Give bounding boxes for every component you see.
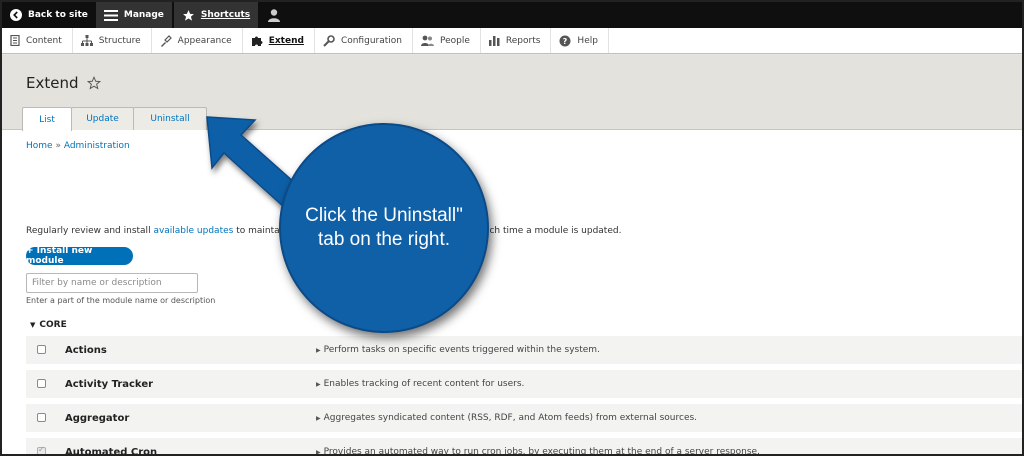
module-list: Actions ▶ Perform tasks on specific event…	[26, 336, 1022, 456]
tray-item-appearance[interactable]: Appearance	[152, 28, 243, 53]
tray-item-label: Appearance	[177, 35, 232, 46]
callout-bubble: Click the Uninstall" tab on the right.	[279, 123, 489, 333]
module-checkbox[interactable]	[37, 445, 46, 454]
available-updates-link[interactable]: available updates	[153, 226, 233, 236]
triangle-right-icon: ▶	[316, 347, 321, 354]
intro-prefix: Regularly review and install	[26, 226, 154, 236]
module-name: Activity Tracker	[65, 378, 154, 390]
core-label: CORE	[39, 320, 67, 330]
tray-item-people[interactable]: People	[413, 28, 481, 53]
user-button[interactable]	[258, 2, 296, 28]
admin-toolbar: Back to site Manage Shortcuts	[2, 2, 1022, 28]
admin-tray: Content Structure Appearance Extend Conf…	[2, 28, 1022, 54]
module-name: Aggregator	[65, 412, 130, 424]
manage-label: Manage	[123, 10, 164, 20]
tab-uninstall[interactable]: Uninstall	[133, 107, 207, 130]
module-row: Activity Tracker ▶ Enables tracking of re…	[26, 370, 1022, 398]
page-title: Extend	[26, 74, 101, 92]
module-row: Actions ▶ Perform tasks on specific event…	[26, 336, 1022, 364]
tray-item-configuration[interactable]: Configuration	[315, 28, 413, 53]
tray-item-label: People	[439, 35, 470, 46]
module-name: Automated Cron	[65, 446, 158, 456]
breadcrumb-home[interactable]: Home	[26, 141, 53, 151]
menu-icon	[103, 9, 118, 21]
help-icon: ?	[559, 35, 571, 47]
page-title-text: Extend	[26, 74, 79, 92]
puzzle-icon	[251, 35, 263, 47]
tray-item-structure[interactable]: Structure	[73, 28, 152, 53]
breadcrumb-administration[interactable]: Administration	[64, 141, 130, 151]
tray-item-reports[interactable]: Reports	[481, 28, 552, 53]
module-checkbox[interactable]	[37, 345, 46, 354]
appearance-icon	[160, 34, 172, 47]
tab-list[interactable]: List	[22, 107, 72, 131]
content-icon	[10, 35, 20, 46]
shortcuts-label: Shortcuts	[200, 10, 251, 20]
reports-icon	[488, 35, 500, 46]
breadcrumb: Home » Administration	[26, 141, 130, 151]
tray-item-extend[interactable]: Extend	[243, 28, 315, 53]
tray-item-content[interactable]: Content	[2, 28, 73, 53]
page-header: Extend List Update Uninstall	[2, 55, 1022, 131]
tray-item-label: Extend	[268, 35, 304, 46]
filter-help-text: Enter a part of the module name or descr…	[26, 296, 216, 305]
module-description-text: Aggregates syndicated content (RSS, RDF,…	[323, 413, 698, 423]
module-row: Automated Cron ▶Provides an automated wa…	[26, 438, 1022, 456]
user-icon	[268, 8, 281, 22]
module-description-text: Perform tasks on specific events trigger…	[323, 345, 600, 355]
wrench-icon	[323, 34, 335, 47]
tray-item-label: Structure	[98, 35, 141, 46]
filter-input[interactable]	[26, 273, 198, 293]
manage-button[interactable]: Manage	[95, 2, 172, 28]
intro-text: Regularly review and install available u…	[26, 226, 621, 236]
core-details-toggle[interactable]: ▼ CORE	[30, 320, 67, 330]
module-description-text: Provides an automated way to run cron jo…	[323, 447, 760, 456]
module-name: Actions	[65, 344, 107, 356]
tray-item-label: Configuration	[340, 35, 402, 46]
install-new-module-button[interactable]: + Install new module	[26, 246, 133, 266]
tray-item-label: Reports	[505, 35, 541, 46]
page-frame: Back to site Manage Shortcuts Content St…	[0, 0, 1024, 456]
back-to-site-link[interactable]: Back to site	[2, 2, 96, 28]
structure-icon	[80, 35, 93, 46]
shortcut-star-icon[interactable]	[86, 76, 101, 90]
triangle-right-icon: ▶	[316, 449, 321, 456]
triangle-right-icon: ▶	[316, 381, 321, 388]
people-icon	[420, 35, 434, 47]
triangle-right-icon: ▶	[316, 415, 321, 422]
back-arrow-icon	[10, 9, 22, 21]
module-description[interactable]: ▶ Aggregates syndicated content (RSS, RDF…	[316, 413, 697, 423]
module-checkbox[interactable]	[37, 413, 46, 422]
tray-item-help[interactable]: ? Help	[551, 28, 609, 53]
intro-tail: t each time a module is updated.	[472, 226, 622, 236]
breadcrumb-separator: »	[55, 141, 61, 151]
module-description-text: Enables tracking of recent content for u…	[323, 379, 525, 389]
tray-item-label: Content	[26, 35, 62, 46]
module-description[interactable]: ▶ Perform tasks on specific events trigge…	[316, 345, 600, 355]
module-row: Aggregator ▶ Aggregates syndicated conten…	[26, 404, 1022, 432]
tab-update[interactable]: Update	[71, 107, 134, 130]
star-icon	[182, 9, 195, 22]
module-description[interactable]: ▶ Enables tracking of recent content for …	[316, 379, 524, 389]
svg-text:?: ?	[563, 37, 568, 46]
tray-item-label: Help	[577, 35, 598, 46]
module-checkbox[interactable]	[37, 379, 46, 388]
shortcuts-button[interactable]: Shortcuts	[173, 2, 259, 28]
primary-tabs: List Update Uninstall	[22, 107, 207, 131]
triangle-down-icon: ▼	[30, 321, 36, 329]
module-description[interactable]: ▶ Provides an automated way to run cron j…	[316, 447, 760, 456]
back-to-site-label: Back to site	[28, 10, 88, 20]
